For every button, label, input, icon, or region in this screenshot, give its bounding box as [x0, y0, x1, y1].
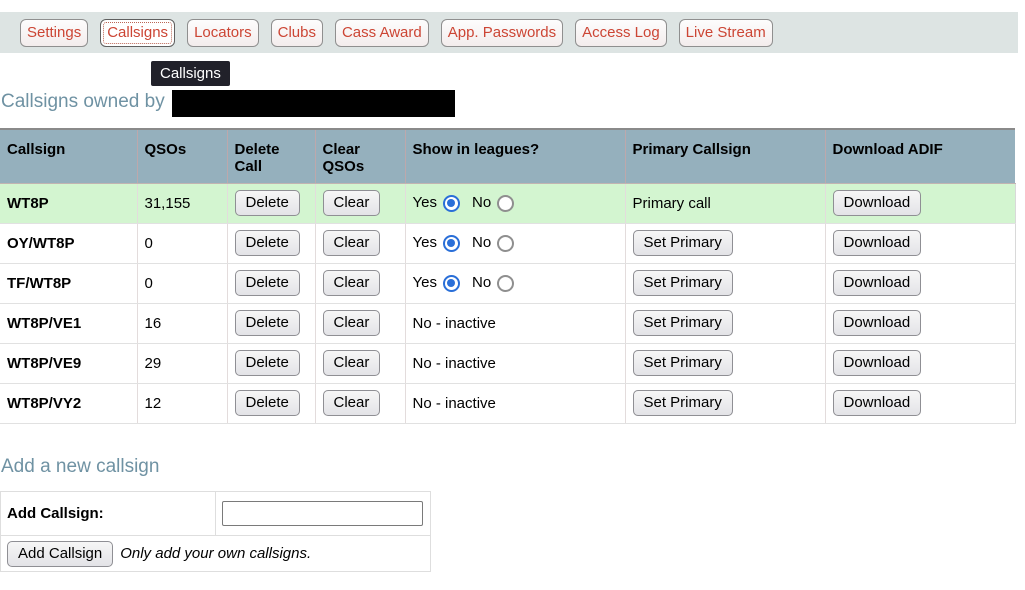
redacted-owner-name [172, 90, 455, 117]
clear-button[interactable]: Clear [323, 270, 381, 296]
clear-button[interactable]: Clear [323, 390, 381, 416]
clear-button[interactable]: Clear [323, 190, 381, 216]
download-button[interactable]: Download [833, 190, 922, 216]
qsos-cell: 16 [137, 303, 227, 343]
callsign-cell: WT8P/VE1 [0, 303, 137, 343]
table-row: OY/WT8P 0 Delete Clear Yes No Set Primary… [0, 223, 1015, 263]
clear-button[interactable]: Clear [323, 230, 381, 256]
nav-button-locators[interactable]: Locators [187, 19, 259, 47]
radio-no-label: No [472, 194, 491, 211]
nav-button-callsigns[interactable]: Callsigns [100, 19, 175, 47]
table-row: WT8P/VE1 16 Delete Clear No - inactive S… [0, 303, 1015, 343]
add-callsign-label: Add Callsign: [1, 492, 216, 536]
set-primary-button[interactable]: Set Primary [633, 270, 733, 296]
qsos-cell: 12 [137, 383, 227, 423]
nav-button-cass-award[interactable]: Cass Award [335, 19, 429, 47]
nav-button-settings[interactable]: Settings [20, 19, 88, 47]
primary-call-text: Primary call [625, 183, 825, 223]
download-button[interactable]: Download [833, 230, 922, 256]
add-callsign-note: Only add your own callsigns. [120, 545, 311, 562]
radio-no[interactable] [497, 275, 514, 292]
clear-button[interactable]: Clear [323, 350, 381, 376]
callsign-cell: WT8P/VY2 [0, 383, 137, 423]
nav-button-clubs[interactable]: Clubs [271, 19, 323, 47]
set-primary-button[interactable]: Set Primary [633, 390, 733, 416]
callsign-cell: TF/WT8P [0, 263, 137, 303]
download-button[interactable]: Download [833, 350, 922, 376]
download-button[interactable]: Download [833, 270, 922, 296]
callsign-cell: OY/WT8P [0, 223, 137, 263]
table-row: WT8P/VE9 29 Delete Clear No - inactive S… [0, 343, 1015, 383]
radio-yes-label: Yes [413, 194, 437, 211]
qsos-cell: 0 [137, 263, 227, 303]
table-row: WT8P/VY2 12 Delete Clear No - inactive S… [0, 383, 1015, 423]
delete-button[interactable]: Delete [235, 190, 300, 216]
set-primary-button[interactable]: Set Primary [633, 310, 733, 336]
page-title: Callsigns owned by [1, 91, 165, 113]
radio-no-label: No [472, 274, 491, 291]
show-in-leagues-cell: Yes No [405, 263, 625, 303]
add-callsign-row: Add Callsign: [1, 492, 431, 536]
table-header-row: Callsign QSOs Delete Call Clear QSOs Sho… [0, 129, 1015, 183]
table-row: TF/WT8P 0 Delete Clear Yes No Set Primary… [0, 263, 1015, 303]
radio-no[interactable] [497, 235, 514, 252]
download-button[interactable]: Download [833, 390, 922, 416]
col-header-show-in-leagues: Show in leagues? [405, 129, 625, 183]
clear-button[interactable]: Clear [323, 310, 381, 336]
add-callsign-heading: Add a new callsign [1, 456, 159, 478]
col-header-qsos: QSOs [137, 129, 227, 183]
table-row: WT8P 31,155 Delete Clear Yes No Primary c… [0, 183, 1015, 223]
leagues-inactive-text: No - inactive [405, 343, 625, 383]
callsign-cell: WT8P [0, 183, 137, 223]
col-header-clear-qsos: Clear QSOs [315, 129, 405, 183]
leagues-inactive-text: No - inactive [405, 303, 625, 343]
add-callsign-action-row: Add Callsign Only add your own callsigns. [1, 536, 431, 572]
add-callsign-input[interactable] [222, 501, 423, 526]
radio-no[interactable] [497, 195, 514, 212]
radio-yes[interactable] [443, 235, 460, 252]
qsos-cell: 0 [137, 223, 227, 263]
nav-button-app-passwords[interactable]: App. Passwords [441, 19, 563, 47]
nav-button-access-log[interactable]: Access Log [575, 19, 667, 47]
radio-yes[interactable] [443, 195, 460, 212]
nav-button-live-stream[interactable]: Live Stream [679, 19, 773, 47]
col-header-download-adif: Download ADIF [825, 129, 1015, 183]
radio-yes-label: Yes [413, 234, 437, 251]
callsign-cell: WT8P/VE9 [0, 343, 137, 383]
delete-button[interactable]: Delete [235, 270, 300, 296]
radio-yes[interactable] [443, 275, 460, 292]
leagues-inactive-text: No - inactive [405, 383, 625, 423]
radio-no-label: No [472, 234, 491, 251]
add-callsign-button[interactable]: Add Callsign [7, 541, 113, 567]
set-primary-button[interactable]: Set Primary [633, 230, 733, 256]
col-header-primary-callsign: Primary Callsign [625, 129, 825, 183]
delete-button[interactable]: Delete [235, 350, 300, 376]
delete-button[interactable]: Delete [235, 390, 300, 416]
radio-yes-label: Yes [413, 274, 437, 291]
download-button[interactable]: Download [833, 310, 922, 336]
qsos-cell: 29 [137, 343, 227, 383]
add-callsign-form: Add Callsign: Add Callsign Only add your … [0, 491, 431, 572]
tooltip-callsigns: Callsigns [151, 61, 230, 86]
show-in-leagues-cell: Yes No [405, 223, 625, 263]
col-header-callsign: Callsign [0, 129, 137, 183]
show-in-leagues-cell: Yes No [405, 183, 625, 223]
callsigns-table: Callsign QSOs Delete Call Clear QSOs Sho… [0, 128, 1016, 424]
col-header-delete-call: Delete Call [227, 129, 315, 183]
top-navigation-bar: Settings Callsigns Locators Clubs Cass A… [0, 12, 1018, 53]
set-primary-button[interactable]: Set Primary [633, 350, 733, 376]
qsos-cell: 31,155 [137, 183, 227, 223]
delete-button[interactable]: Delete [235, 230, 300, 256]
delete-button[interactable]: Delete [235, 310, 300, 336]
